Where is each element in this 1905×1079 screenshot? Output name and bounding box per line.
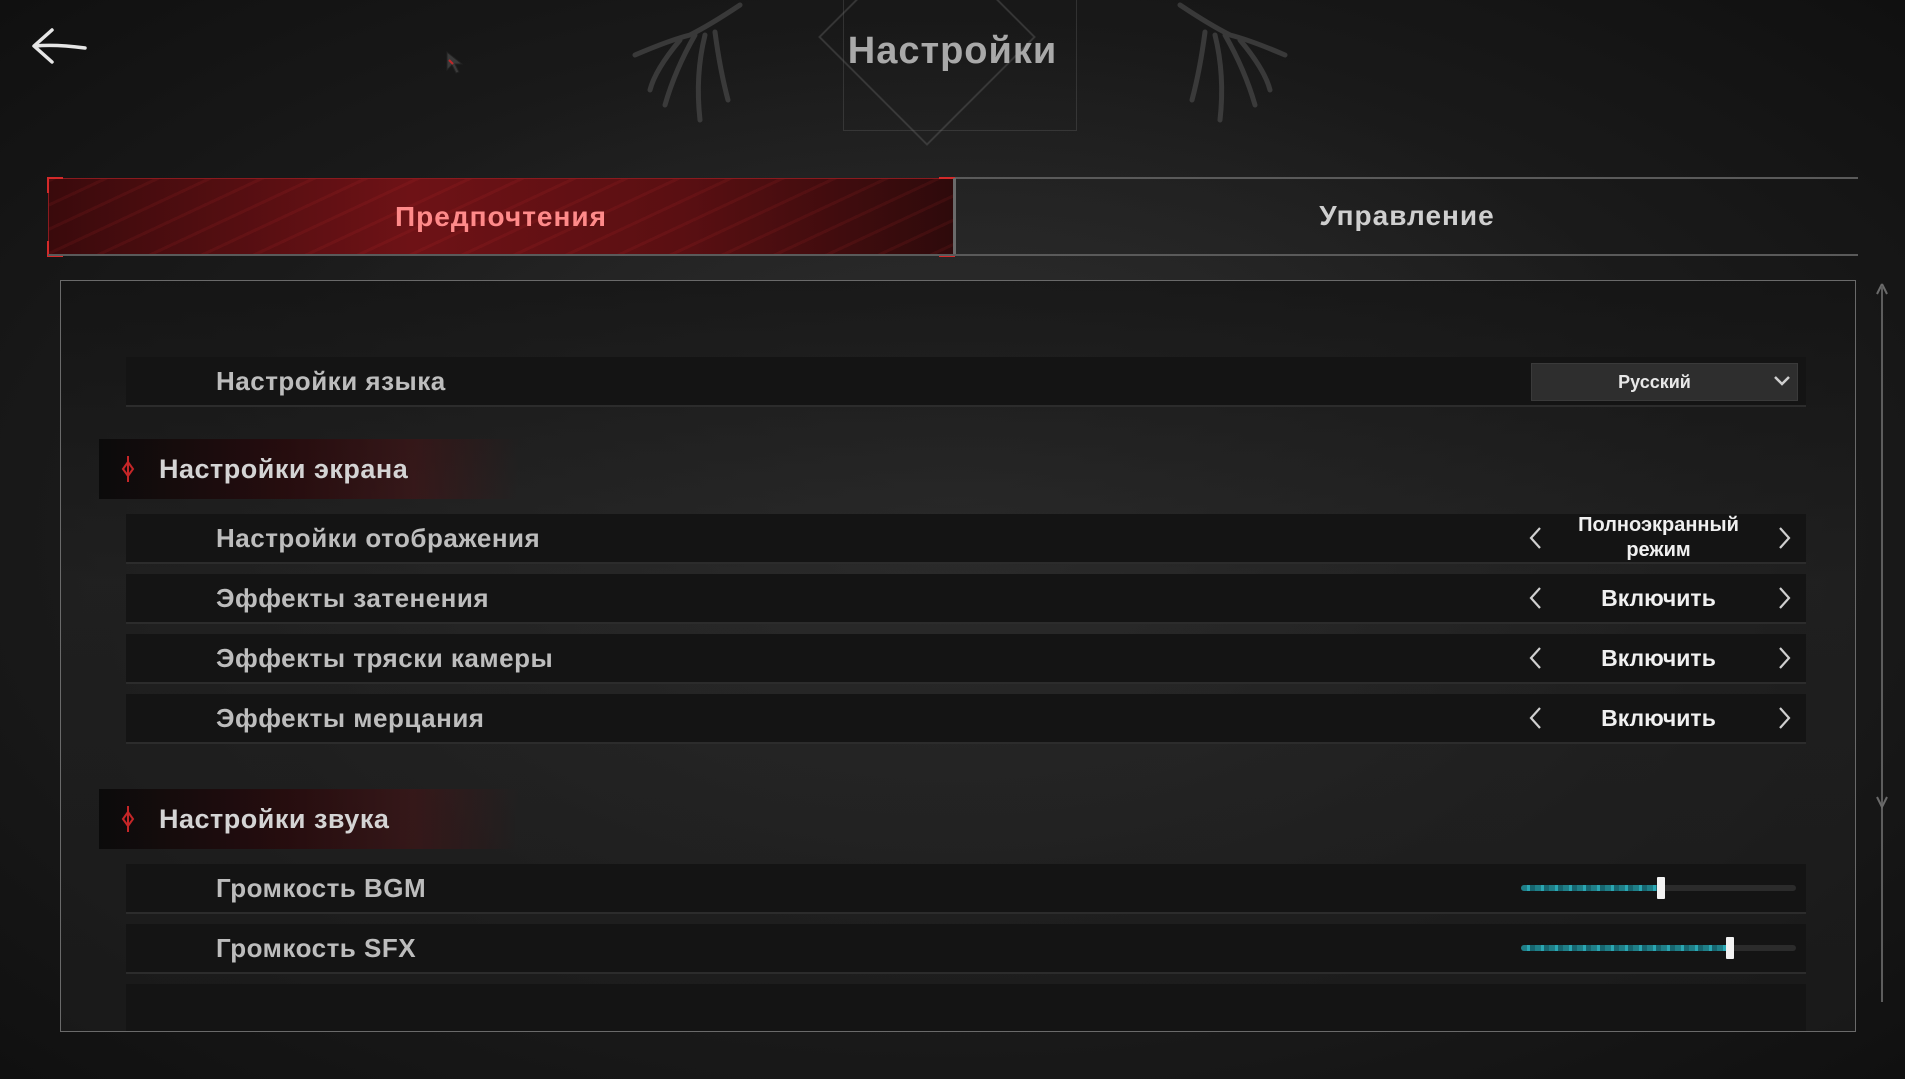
section-header-sound: Настройки звука	[99, 789, 519, 849]
setting-label: Громкость SFX	[216, 933, 417, 963]
setting-row-camera-shake: Эффекты тряски камеры Включить	[126, 634, 1806, 684]
tab-controls-label: Управление	[1319, 200, 1495, 231]
chevron-left-icon[interactable]	[1526, 646, 1546, 670]
setting-row-flicker-effects: Эффекты мерцания Включить	[126, 694, 1806, 744]
setting-row-shadow-effects: Эффекты затенения Включить	[126, 574, 1806, 624]
setting-label: Настройки языка	[216, 366, 446, 396]
chevron-right-icon[interactable]	[1774, 706, 1794, 730]
chevron-right-icon[interactable]	[1774, 526, 1794, 550]
flicker-effects-selector: Включить	[1526, 694, 1796, 742]
language-dropdown-value: Русский	[1618, 372, 1691, 392]
setting-label: Настройки отображения	[216, 523, 541, 553]
section-marker-icon	[121, 456, 135, 482]
tab-preferences-label: Предпочтения	[395, 201, 607, 232]
tab-controls[interactable]: Управление	[956, 178, 1858, 254]
setting-label: Эффекты мерцания	[216, 703, 485, 733]
camera-shake-selector: Включить	[1526, 634, 1796, 682]
display-mode-selector: Полноэкранный режим	[1526, 514, 1796, 562]
setting-row-language: Настройки языка Русский	[126, 357, 1806, 407]
setting-label: Громкость BGM	[216, 873, 427, 903]
chevron-down-icon	[1774, 376, 1790, 386]
setting-label: Эффекты затенения	[216, 583, 490, 613]
section-marker-icon	[121, 806, 135, 832]
scrollbar[interactable]	[1876, 282, 1888, 1022]
chevron-left-icon[interactable]	[1526, 526, 1546, 550]
setting-row-display-mode: Настройки отображения Полноэкранный режи…	[126, 514, 1806, 564]
tabs-bottom-border	[48, 254, 1858, 256]
slider-fill	[1521, 885, 1661, 891]
section-title: Настройки звука	[159, 804, 390, 834]
shadow-effects-selector: Включить	[1526, 574, 1796, 622]
chevron-right-icon[interactable]	[1774, 646, 1794, 670]
selector-value: Полноэкранный режим	[1578, 514, 1739, 561]
chevron-left-icon[interactable]	[1526, 586, 1546, 610]
section-header-display: Настройки экрана	[99, 439, 519, 499]
bgm-volume-slider[interactable]	[1521, 877, 1796, 899]
slider-knob[interactable]	[1726, 937, 1734, 959]
chevron-right-icon[interactable]	[1774, 586, 1794, 610]
setting-row-clipped	[126, 984, 1806, 1031]
selector-value: Включить	[1601, 584, 1716, 611]
setting-row-bgm-volume: Громкость BGM	[126, 864, 1806, 914]
settings-panel: Настройки языка Русский Настройки экрана…	[60, 280, 1856, 1032]
page-title: Настройки	[847, 30, 1058, 72]
selector-value: Включить	[1601, 704, 1716, 731]
setting-label: Эффекты тряски камеры	[216, 643, 554, 673]
sfx-volume-slider[interactable]	[1521, 937, 1796, 959]
setting-row-sfx-volume: Громкость SFX	[126, 924, 1806, 974]
language-dropdown[interactable]: Русский	[1531, 363, 1798, 401]
slider-knob[interactable]	[1657, 877, 1665, 899]
chevron-left-icon[interactable]	[1526, 706, 1546, 730]
tab-preferences[interactable]: Предпочтения	[47, 177, 955, 257]
slider-fill	[1521, 945, 1730, 951]
selector-value: Включить	[1601, 644, 1716, 671]
section-title: Настройки экрана	[159, 454, 409, 484]
